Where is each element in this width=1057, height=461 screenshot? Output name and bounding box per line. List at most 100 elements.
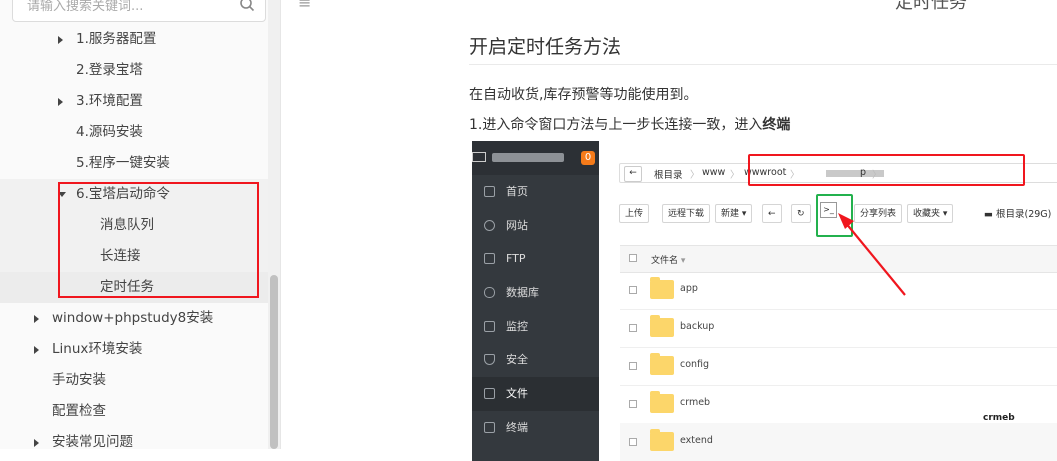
nav-item-label: 3.环境配置	[76, 93, 143, 109]
page-title: 定时任务	[895, 0, 967, 13]
new-dropdown-button: 新建 ▾	[715, 204, 753, 223]
bt-nav-label: FTP	[506, 252, 526, 266]
globe-icon	[484, 219, 495, 231]
folder-icon	[484, 388, 495, 400]
sidebar-scrollbar-thumb[interactable]	[270, 275, 278, 449]
bt-nav-label: 终端	[506, 420, 528, 434]
nav-item-login-bt[interactable]: 2.登录宝塔	[0, 55, 268, 86]
nav-item-label: 消息队列	[100, 217, 154, 233]
bt-nav-label: 首页	[506, 185, 528, 198]
nav-item-linux-install[interactable]: Linux环境安装	[0, 334, 268, 365]
search-icon[interactable]	[239, 0, 255, 12]
folder-icon	[650, 277, 674, 299]
paragraph: 1.进入命令窗口方法与上一步长连接一致，进入终端	[469, 114, 790, 134]
nav-item-env-config[interactable]: 3.环境配置	[0, 86, 268, 117]
disk-icon: ▬	[984, 209, 993, 220]
caret-down-icon	[58, 192, 66, 197]
disk-label-text: 根目录(29G)	[996, 209, 1052, 220]
disk-label: ▬ 根目录(29G)	[984, 206, 1051, 220]
watermark: crmeb	[983, 413, 1015, 423]
nav-item-manual-install[interactable]: 手动安装	[0, 365, 268, 396]
caret-right-icon	[34, 439, 39, 447]
bt-nav-label: 网站	[506, 218, 528, 232]
file-table-header: 文件名 ▾	[620, 245, 1057, 273]
file-name: config	[680, 359, 710, 370]
nav-item-label: 1.服务器配置	[76, 31, 157, 47]
bt-nav-label: 监控	[506, 319, 528, 333]
bt-nav-home: 首页	[472, 175, 599, 209]
share-list-button: 分享列表	[854, 204, 903, 223]
database-icon	[484, 287, 495, 299]
bt-nav-terminal: 终端	[472, 411, 599, 445]
nav-item-phpstudy[interactable]: window+phpstudy8安装	[0, 303, 268, 334]
nav-item-label: 手动安装	[52, 372, 106, 388]
nav-item-label: 配置检查	[52, 403, 106, 419]
nav-item-config-check[interactable]: 配置检查	[0, 396, 268, 427]
blurred-hostname	[492, 153, 564, 162]
file-name: backup	[680, 321, 715, 332]
checkbox	[629, 286, 637, 294]
doc-sidebar: 1.服务器配置 2.登录宝塔 3.环境配置 4.源码安装 5.程序一键安装 6.…	[0, 0, 281, 449]
breadcrumb-separator-icon: 〉	[690, 170, 700, 181]
nav-item-label: window+phpstudy8安装	[52, 310, 214, 326]
nav-item-one-click-install[interactable]: 5.程序一键安装	[0, 148, 268, 179]
bt-nav-label: 安全	[506, 353, 528, 367]
menu-icon[interactable]: ≡	[298, 0, 311, 12]
nav-item-label: 安装常见问题	[52, 434, 133, 449]
folder-icon	[650, 315, 674, 337]
nav-item-faq[interactable]: 安装常见问题	[0, 427, 268, 449]
bt-panel-nav: 首页 网站 FTP 数据库 监控 安全 文件 终端	[472, 175, 599, 445]
nav-item-label: 5.程序一键安装	[76, 155, 170, 171]
ftp-icon	[484, 253, 495, 265]
nav-item-label: 4.源码安装	[76, 124, 143, 140]
nav-item-bt-commands[interactable]: 6.宝塔启动命令	[0, 179, 268, 210]
file-row: backup	[620, 309, 1057, 348]
monitor-chart-icon	[484, 320, 495, 332]
breadcrumb-item: 根目录	[654, 170, 683, 181]
bt-nav-website: 网站	[472, 209, 599, 243]
bt-nav-label: 数据库	[506, 286, 539, 300]
nav-item-label: 长连接	[100, 248, 141, 264]
nav-item-label: 6.宝塔启动命令	[76, 186, 170, 202]
breadcrumb-item: www	[702, 167, 726, 178]
back-arrow-icon: ←	[762, 204, 782, 223]
column-header-filename: 文件名 ▾	[651, 256, 686, 266]
bt-panel-sidebar: 0 首页 网站 FTP 数据库 监控 安全 文件 终端	[472, 141, 599, 461]
checkbox	[629, 438, 637, 446]
doc-nav: 1.服务器配置 2.登录宝塔 3.环境配置 4.源码安装 5.程序一键安装 6.…	[0, 24, 268, 449]
highlight-box-green	[816, 194, 853, 237]
checkbox	[629, 400, 637, 408]
bt-nav-database: 数据库	[472, 276, 599, 310]
monitor-icon	[472, 152, 486, 162]
caret-right-icon	[34, 315, 39, 323]
bt-nav-label: 文件	[506, 387, 528, 401]
checkbox	[629, 362, 637, 370]
bt-nav-security: 安全	[472, 343, 599, 377]
nav-item-message-queue[interactable]: 消息队列	[0, 210, 268, 241]
file-name: crmeb	[680, 397, 711, 408]
notification-badge: 0	[581, 151, 595, 165]
caret-right-icon	[58, 98, 63, 106]
caret-right-icon	[34, 346, 39, 354]
paragraph: 在自动收货,库存预警等功能使用到。	[469, 87, 698, 103]
home-icon	[484, 186, 495, 197]
folder-icon	[650, 353, 674, 375]
nav-item-server-config[interactable]: 1.服务器配置	[0, 24, 268, 55]
search-box[interactable]	[12, 0, 266, 22]
nav-item-source-install[interactable]: 4.源码安装	[0, 117, 268, 148]
nav-item-cron-task[interactable]: 定时任务	[0, 272, 268, 303]
nav-item-long-connection[interactable]: 长连接	[0, 241, 268, 272]
file-row: config	[620, 347, 1057, 386]
folder-icon	[650, 429, 674, 451]
bt-panel-header: 0	[472, 141, 599, 175]
nav-item-label: Linux环境安装	[52, 341, 143, 357]
back-arrow-icon: ←	[624, 166, 642, 182]
folder-icon	[650, 391, 674, 413]
file-row: extend	[620, 423, 1057, 461]
shield-icon	[484, 354, 495, 366]
terminal-icon	[484, 421, 495, 433]
search-input[interactable]	[25, 0, 229, 17]
file-name: extend	[680, 435, 713, 446]
paragraph-text: 1.进入命令窗口方法与上一步长连接一致，进入	[469, 117, 763, 133]
checkbox	[629, 324, 637, 332]
